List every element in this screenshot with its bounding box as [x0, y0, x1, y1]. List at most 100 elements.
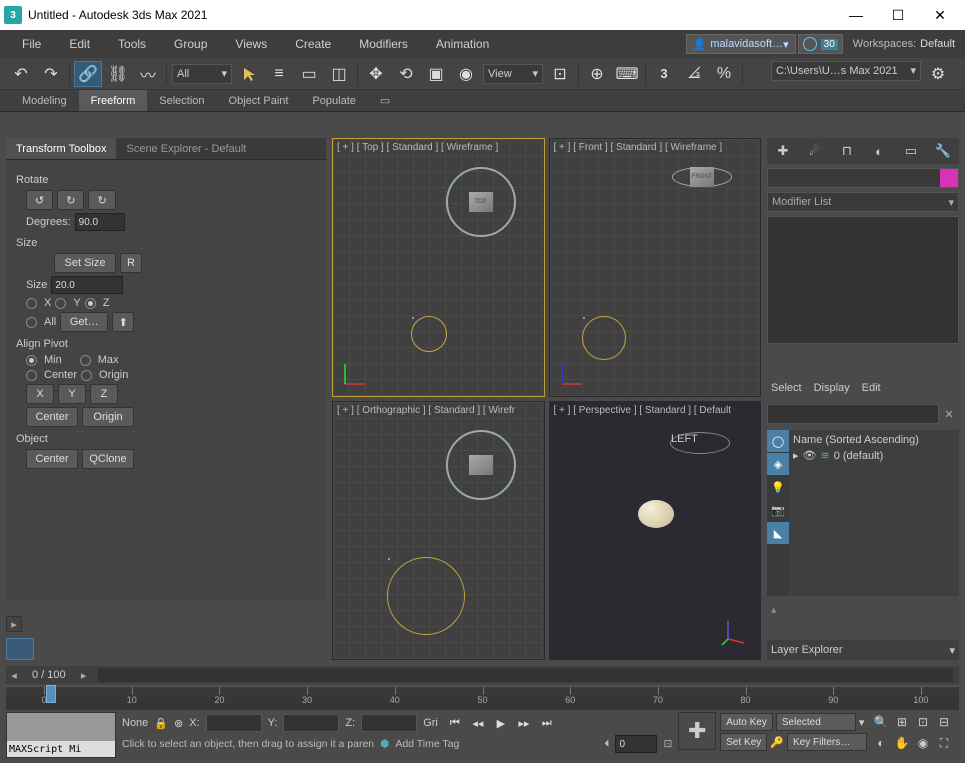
tab-scene-explorer[interactable]: Scene Explorer - Default: [116, 138, 256, 159]
menu-animation[interactable]: Animation: [422, 30, 503, 58]
menu-tools[interactable]: Tools: [104, 30, 160, 58]
auto-key-button[interactable]: Auto Key: [720, 713, 773, 731]
motion-tab-icon[interactable]: ◐: [867, 140, 891, 162]
move-button[interactable]: ✥: [362, 61, 390, 87]
viewport-front[interactable]: [ + ] [ Front ] [ Standard ] [ Wireframe…: [549, 138, 762, 397]
add-time-tag[interactable]: Add Time Tag: [395, 738, 459, 750]
rotate-button[interactable]: ⟲: [392, 61, 420, 87]
ribbon-object-paint[interactable]: Object Paint: [217, 90, 301, 111]
color-swatch[interactable]: [940, 169, 958, 187]
goto-end-button[interactable]: ⏭: [536, 713, 558, 733]
menu-group[interactable]: Group: [160, 30, 221, 58]
angle-snap-button[interactable]: ⦞: [680, 61, 708, 87]
utilities-tab-icon[interactable]: 🔧: [931, 140, 955, 162]
eye-icon[interactable]: 👁: [803, 449, 817, 462]
percent-snap-button[interactable]: %: [710, 61, 738, 87]
manipulate-button[interactable]: ⊕: [583, 61, 611, 87]
project-path-dropdown[interactable]: C:\Users\U…s Max 2021▾: [771, 61, 921, 81]
key-filters-button[interactable]: Key Filters…: [787, 733, 867, 751]
time-slider[interactable]: [98, 668, 953, 682]
ribbon-populate[interactable]: Populate: [300, 90, 367, 111]
zoom-all-button[interactable]: ⊞: [892, 712, 912, 732]
expand-icon[interactable]: ▸: [793, 449, 799, 462]
layer-row-default[interactable]: ▸ 👁 ≋ 0 (default): [793, 448, 955, 463]
display-tab-icon[interactable]: ▭: [899, 140, 923, 162]
use-pivot-button[interactable]: ⊡: [546, 61, 574, 87]
rotate-cw-button[interactable]: ↻: [88, 190, 115, 210]
time-config-icon[interactable]: ⊡: [663, 738, 672, 750]
axis-y-radio[interactable]: [55, 298, 66, 309]
align-z-button[interactable]: Z: [90, 384, 118, 404]
tab-transform-toolbox[interactable]: Transform Toolbox: [6, 138, 116, 159]
user-account-dropdown[interactable]: 👤malavidasoft… ▾: [686, 34, 796, 54]
object-center-button[interactable]: Center: [26, 449, 78, 469]
window-crossing-button[interactable]: ◫: [325, 61, 353, 87]
size-input[interactable]: 20.0: [51, 276, 123, 294]
scene-btn-1[interactable]: ◯: [767, 430, 789, 452]
scene-btn-4[interactable]: 📷: [767, 499, 789, 521]
name-column-header[interactable]: Name (Sorted Ascending): [793, 432, 955, 448]
scene-search-input[interactable]: [767, 404, 939, 424]
viewport-perspective[interactable]: [ + ] [ Perspective ] [ Standard ] [ Def…: [549, 401, 762, 660]
scene-btn-3[interactable]: 💡: [767, 476, 789, 498]
hierarchy-tab-icon[interactable]: ⊓: [835, 140, 859, 162]
redo-button[interactable]: ↷: [37, 61, 65, 87]
sphere-object[interactable]: [387, 557, 465, 635]
select-object-button[interactable]: [235, 61, 263, 87]
coord-icon[interactable]: ⊗: [174, 717, 183, 730]
path-config-button[interactable]: ⚙: [924, 61, 952, 87]
scene-btn-5[interactable]: ◣: [767, 522, 789, 544]
clear-search-button[interactable]: ✕: [939, 404, 959, 424]
align-x-button[interactable]: X: [26, 384, 54, 404]
maximize-viewport-button[interactable]: ⛶: [934, 733, 954, 753]
align-origin-button[interactable]: Origin: [82, 407, 134, 427]
maximize-button[interactable]: ☐: [877, 1, 919, 29]
modifier-stack[interactable]: [767, 216, 959, 344]
scene-display-tab[interactable]: Display: [814, 382, 850, 394]
viewcube-persp[interactable]: LEFT: [670, 432, 730, 454]
object-name-field[interactable]: [767, 168, 959, 188]
zoom-button[interactable]: 🔍: [871, 712, 891, 732]
scene-edit-tab[interactable]: Edit: [862, 382, 881, 394]
axis-z-radio[interactable]: [85, 298, 96, 309]
unlink-button[interactable]: ⛓: [104, 61, 132, 87]
menu-views[interactable]: Views: [221, 30, 281, 58]
menu-file[interactable]: File: [8, 30, 55, 58]
zoom-extents-all-button[interactable]: ⊟: [934, 712, 954, 732]
degrees-input[interactable]: 90.0: [75, 213, 125, 231]
time-next-button[interactable]: ▸: [76, 669, 92, 682]
close-button[interactable]: ✕: [919, 1, 961, 29]
scale-button[interactable]: ▣: [422, 61, 450, 87]
ribbon-modeling[interactable]: Modeling: [10, 90, 79, 111]
menu-edit[interactable]: Edit: [55, 30, 104, 58]
viewcube-ortho[interactable]: [446, 430, 516, 500]
link-button[interactable]: 🔗: [74, 61, 102, 87]
viewport-orthographic[interactable]: [ + ] [ Orthographic ] [ Standard ] [ Wi…: [332, 401, 545, 660]
set-key-button[interactable]: Set Key: [720, 733, 767, 751]
next-frame-button[interactable]: ▸▸: [513, 713, 535, 733]
set-size-button[interactable]: Set Size: [54, 253, 116, 273]
align-max-radio[interactable]: [80, 355, 91, 366]
axis-x-radio[interactable]: [26, 298, 37, 309]
align-center-radio[interactable]: [26, 370, 37, 381]
align-min-radio[interactable]: [26, 355, 37, 366]
arrow-up-button[interactable]: ⬆: [112, 312, 134, 332]
key-mode-dropdown[interactable]: Selected: [776, 713, 856, 731]
menu-create[interactable]: Create: [281, 30, 345, 58]
lock-icon[interactable]: 🔒: [154, 717, 168, 730]
select-rect-button[interactable]: ▭: [295, 61, 323, 87]
menu-modifiers[interactable]: Modifiers: [345, 30, 422, 58]
workspace-dropdown[interactable]: Default: [920, 38, 955, 50]
ribbon-freeform[interactable]: Freeform: [79, 90, 148, 111]
tag-icon[interactable]: ⬢: [380, 738, 389, 750]
align-y-button[interactable]: Y: [58, 384, 86, 404]
ref-coord-dropdown[interactable]: View▾: [483, 64, 543, 84]
maxscript-listener[interactable]: MAXScript Mi: [6, 712, 116, 758]
axis-all-radio[interactable]: [26, 317, 37, 328]
modifier-list-dropdown[interactable]: Modifier List▾: [767, 192, 959, 212]
keyboard-button[interactable]: ⌨: [613, 61, 641, 87]
rotate-flip-button[interactable]: ↻: [57, 190, 84, 210]
viewcube-top[interactable]: TOP: [446, 167, 516, 237]
rotate-ccw-button[interactable]: ↺: [26, 190, 53, 210]
fov-button[interactable]: ◐: [871, 733, 891, 753]
